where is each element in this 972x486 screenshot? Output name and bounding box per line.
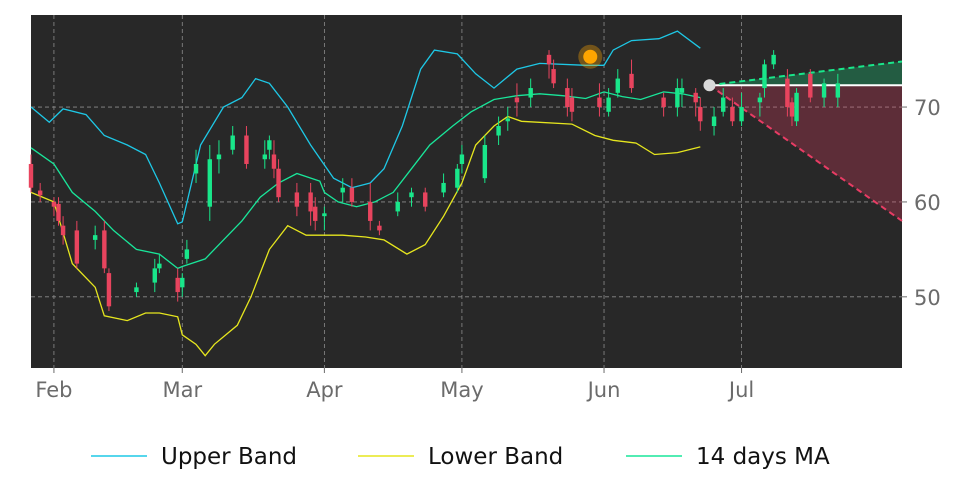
candle-body [74, 230, 80, 264]
candle-body [180, 277, 185, 288]
candle-body [771, 54, 776, 65]
candle-body [184, 249, 190, 259]
candle-body [271, 154, 277, 169]
candle-body [693, 92, 698, 103]
x-tick-label: Apr [306, 378, 343, 402]
bollinger-candlestick-chart: Feb Mar Apr May Jun Jul 50 60 70 Upper Band Lower… [28, 15, 941, 470]
candle [808, 69, 813, 103]
candle-body [193, 163, 199, 174]
candle-body [340, 187, 345, 193]
upper-legend-label: Upper Band [161, 444, 297, 470]
candle-body [134, 287, 139, 293]
legend: Upper Band Lower Band 14 days MA [91, 444, 830, 470]
candle-body [721, 97, 726, 112]
candle-body [37, 190, 43, 196]
candle-body [789, 102, 795, 117]
candle-body [267, 140, 272, 150]
candle-body [294, 192, 300, 207]
candle-body [661, 97, 666, 108]
ma-legend-label: 14 days MA [696, 444, 830, 470]
candle-body [546, 54, 552, 65]
candle-body [244, 135, 249, 164]
candle [794, 88, 799, 127]
candle-body [276, 168, 281, 198]
candle-body [615, 78, 620, 93]
y-tick-label: 50 [914, 286, 941, 310]
candle-body [606, 97, 611, 112]
candle-body [175, 277, 180, 293]
y-tick-label: 70 [914, 96, 941, 120]
candle-body [322, 213, 327, 217]
candle-body [808, 73, 813, 98]
candle-body [56, 203, 61, 221]
candle-body [207, 159, 212, 207]
lower-legend-label: Lower Band [428, 444, 563, 470]
candle-body [459, 154, 465, 164]
candle-body [409, 192, 414, 198]
candle-body [92, 235, 98, 240]
x-tick-label: Mar [162, 378, 202, 402]
candle-body [762, 64, 767, 89]
candle-body [496, 126, 501, 136]
plot-area [31, 15, 902, 368]
candle-body [216, 154, 222, 160]
candle-body [230, 135, 235, 150]
candle-body [28, 163, 34, 188]
candle-body [308, 192, 313, 212]
candle-body [569, 97, 575, 112]
candle-body [698, 107, 703, 122]
candle-body [730, 107, 735, 122]
candle-body [739, 107, 744, 122]
candle-body [514, 97, 520, 103]
candle-body [368, 201, 373, 221]
candle-body [629, 73, 634, 89]
candle-body [482, 145, 488, 179]
candle-body [377, 225, 382, 231]
candle-body [679, 88, 685, 93]
candle-body [349, 187, 355, 202]
candle-body [106, 273, 112, 307]
candle-body [785, 78, 790, 108]
x-tick-label: Jun [586, 378, 621, 402]
candle-body [821, 83, 827, 98]
candle-body [835, 83, 841, 98]
candle-body [794, 92, 799, 122]
candle-body [455, 168, 460, 188]
candle-body [102, 230, 107, 269]
candle-body [152, 268, 157, 283]
candle-body [313, 206, 318, 221]
last-price-point [703, 79, 716, 92]
candle-body [423, 192, 428, 207]
candle-body [757, 97, 763, 103]
x-tick-label: Jul [727, 378, 754, 402]
candle-body [565, 88, 570, 108]
candle-body [551, 69, 556, 84]
candle-body [60, 225, 66, 236]
candle-body [505, 118, 510, 122]
candle-body [51, 201, 57, 207]
candle-body [711, 116, 717, 127]
x-tick-label: Feb [35, 378, 72, 402]
candle-body [597, 97, 602, 108]
candle-body [528, 88, 533, 98]
candle-body [395, 201, 400, 212]
candle-body [157, 263, 162, 269]
candle [106, 268, 112, 312]
x-tick-label: May [440, 378, 483, 402]
y-tick-label: 60 [914, 191, 941, 215]
highlight-point [583, 49, 598, 64]
candle-body [262, 154, 267, 160]
candle-body [675, 88, 680, 108]
candle-body [441, 182, 446, 193]
